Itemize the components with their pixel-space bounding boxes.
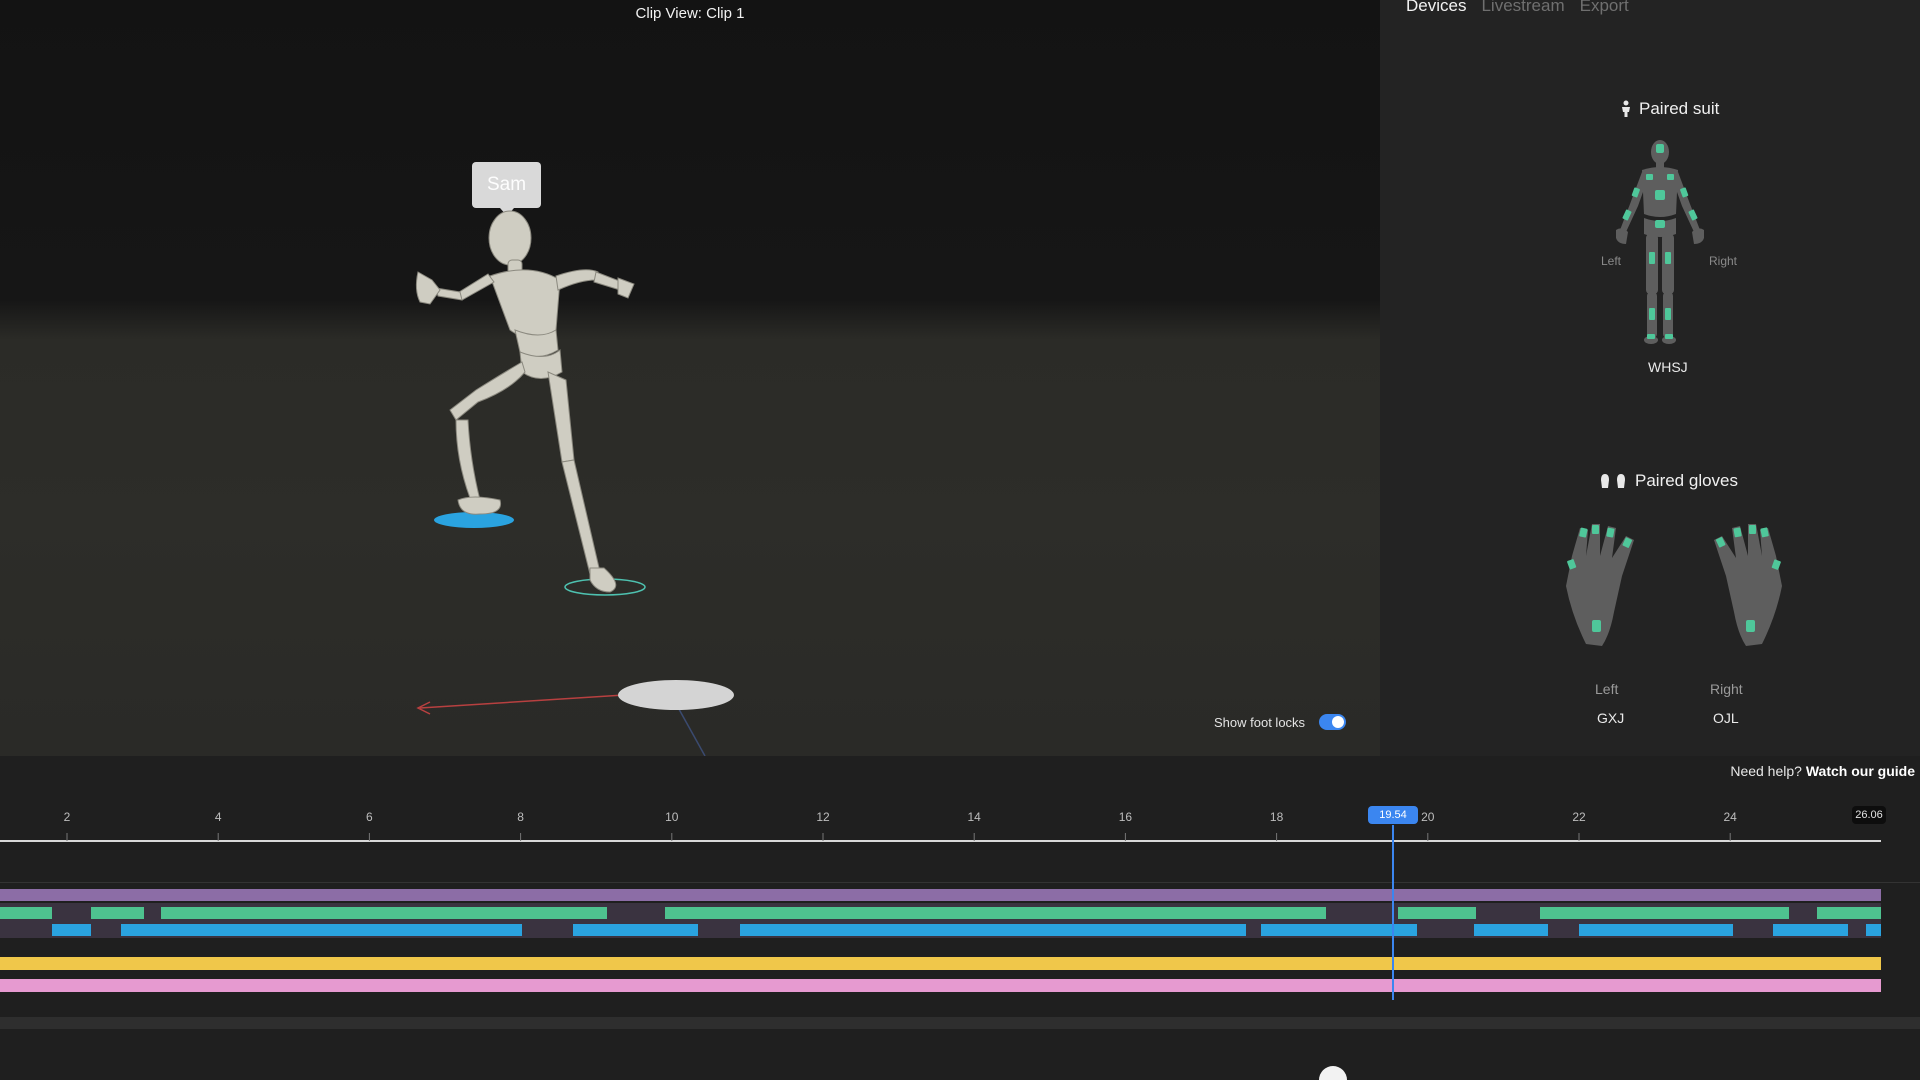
figure-left-hand	[415, 271, 441, 305]
figure-chest	[489, 269, 561, 338]
figure-right-thigh	[547, 371, 575, 463]
panel-tabs: Devices Livestream Export	[1406, 0, 1629, 16]
paired-gloves-title: Paired gloves	[1635, 471, 1739, 490]
figure-left-shin	[455, 419, 481, 501]
left-glove-diagram	[1566, 524, 1634, 646]
actor-figure[interactable]	[380, 200, 680, 600]
track-segment[interactable]	[52, 924, 91, 936]
tab-export[interactable]: Export	[1580, 0, 1629, 16]
track-segment[interactable]	[740, 924, 1246, 936]
track-segment[interactable]	[1866, 924, 1881, 936]
devices-panel: Devices Livestream Export Paired suit Le…	[1380, 0, 1920, 756]
suit-device-id: WHSJ	[1648, 359, 1688, 375]
figure-right-shin	[561, 459, 601, 575]
right-glove-label: Right	[1710, 681, 1743, 697]
tracks-area[interactable]	[0, 785, 1920, 1080]
track-segment[interactable]	[0, 979, 1881, 992]
foot-locks-toggle[interactable]	[1319, 714, 1347, 730]
help-prefix: Need help?	[1730, 763, 1802, 779]
floor-gizmos	[416, 512, 734, 756]
right-glove-id: OJL	[1713, 710, 1739, 726]
playhead-time-badge[interactable]: 19.54	[1368, 806, 1418, 824]
paired-gloves-heading: Paired gloves	[1598, 471, 1738, 491]
suit-diagram	[1616, 140, 1704, 344]
track-segment[interactable]	[1398, 907, 1476, 919]
figure-left-foot	[457, 496, 502, 515]
left-glove-id: GXJ	[1597, 710, 1625, 726]
clip-title: Clip View: Clip 1	[635, 5, 745, 22]
track-segment[interactable]	[665, 907, 1326, 919]
tab-devices[interactable]: Devices	[1406, 0, 1466, 16]
timeline[interactable]: 2 4 6 8 10 12 14 16 18 20 22 24 19.54 26.06	[0, 785, 1920, 1080]
zoom-slider-handle[interactable]	[1319, 1066, 1347, 1080]
suit-right-label: Right	[1709, 254, 1738, 268]
figure-head	[488, 210, 532, 266]
z-axis-line	[674, 701, 706, 756]
origin-disc	[618, 680, 734, 710]
left-glove-label: Left	[1595, 681, 1619, 697]
tab-livestream[interactable]: Livestream	[1481, 0, 1564, 16]
track-segment[interactable]	[161, 907, 607, 919]
track-segment[interactable]	[0, 957, 1881, 970]
foot-locks-label: Show foot locks	[1214, 714, 1306, 730]
track-segment[interactable]	[0, 907, 52, 919]
figure-left-thigh	[449, 361, 526, 421]
x-axis-line	[419, 693, 641, 709]
timeline-scrollbar[interactable]	[0, 1017, 1920, 1029]
track-segment[interactable]	[1540, 907, 1789, 919]
figure-right-hand	[617, 277, 635, 299]
figure-right-foot	[589, 567, 617, 593]
paired-suit-heading: Paired suit	[1620, 99, 1719, 119]
3d-viewport[interactable]: Clip View: Clip 1 Sam Show foot locks	[0, 0, 1380, 756]
watch-guide-link[interactable]: Watch our guide	[1806, 763, 1915, 779]
track-segment[interactable]	[573, 924, 698, 936]
track-segment[interactable]	[91, 907, 144, 919]
track-segment[interactable]	[1579, 924, 1733, 936]
person-icon	[1622, 100, 1630, 117]
track-segment[interactable]	[1474, 924, 1548, 936]
end-time-badge: 26.06	[1852, 806, 1886, 824]
help-banner: Need help? Watch our guide	[1730, 763, 1915, 779]
track-segment[interactable]	[1773, 924, 1848, 936]
foot-locks-control: Show foot locks	[1214, 714, 1347, 730]
gloves-icon	[1601, 474, 1625, 488]
right-glove-diagram	[1714, 524, 1782, 646]
figure-right-upper-arm	[555, 269, 599, 291]
track-segment[interactable]	[0, 889, 1881, 901]
track-segment[interactable]	[1817, 907, 1881, 919]
figure-left-upper-arm	[455, 273, 495, 301]
suit-left-label: Left	[1601, 254, 1622, 268]
track-segment[interactable]	[121, 924, 522, 936]
paired-suit-title: Paired suit	[1639, 99, 1720, 118]
